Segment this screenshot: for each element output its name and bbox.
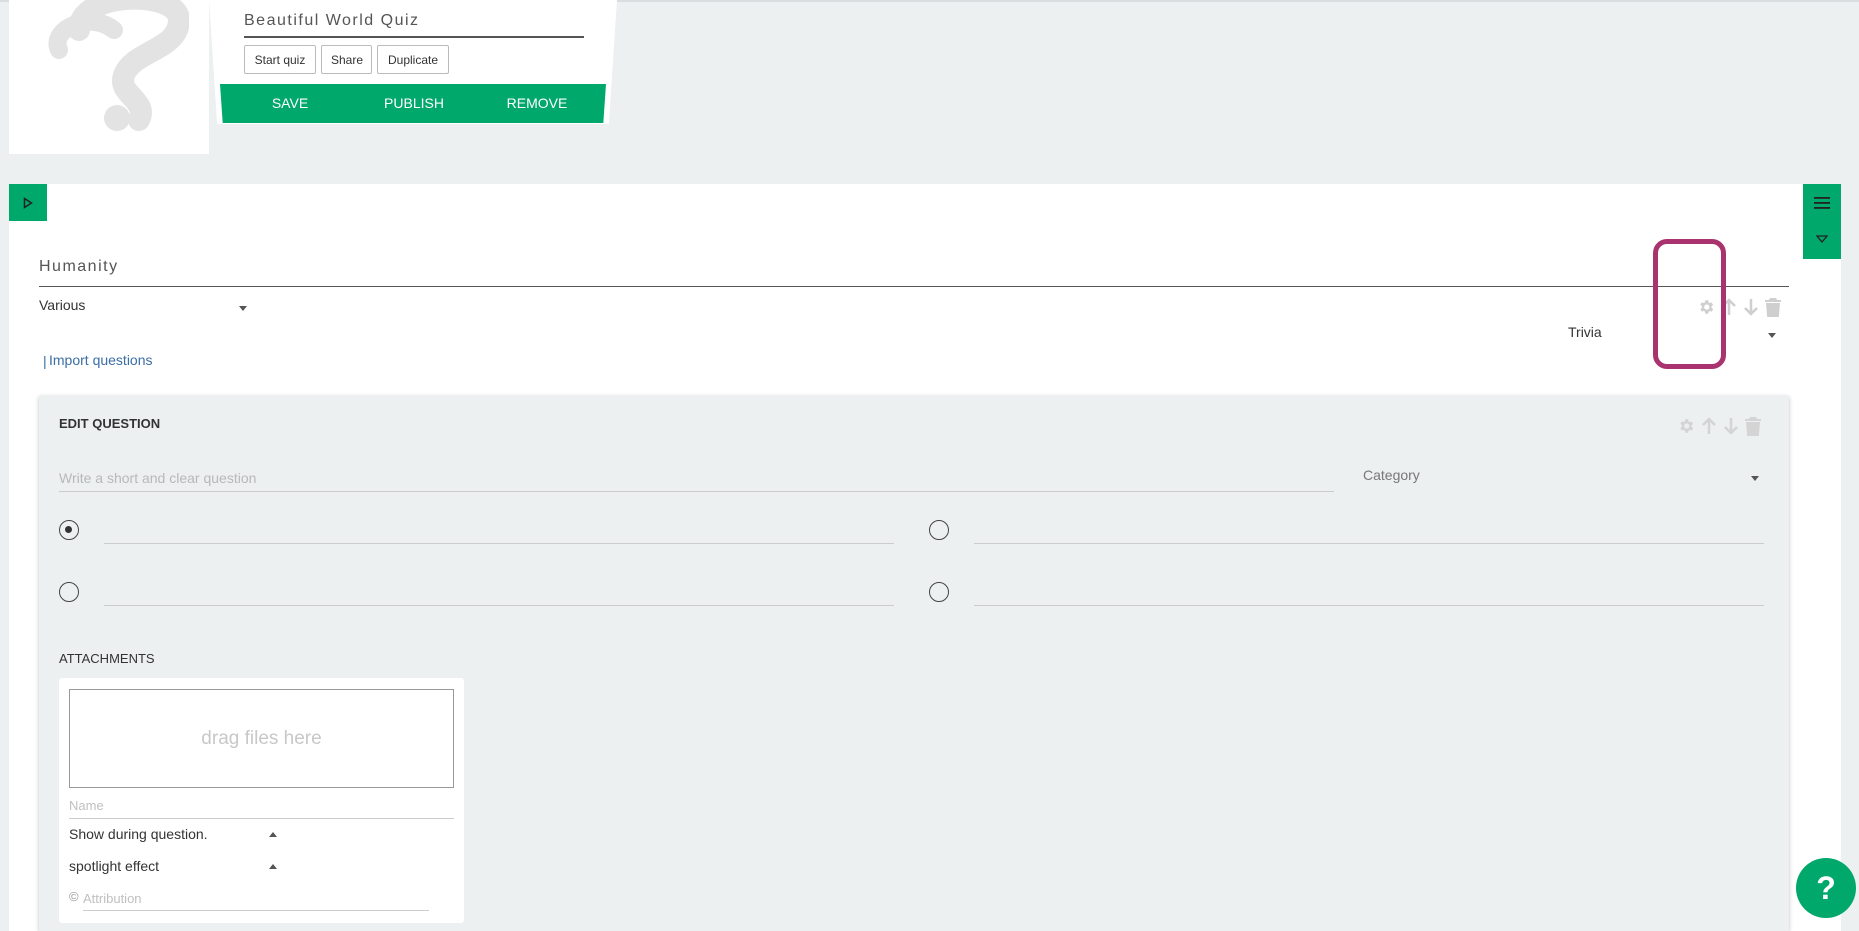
attribution-input[interactable] xyxy=(83,887,429,911)
quiz-logo-tile xyxy=(9,0,209,154)
section-type-value: Trivia xyxy=(1568,324,1602,340)
share-button[interactable]: Share xyxy=(321,45,372,74)
trash-icon[interactable] xyxy=(1765,297,1781,317)
answer-2-input[interactable] xyxy=(974,520,1764,544)
gear-icon[interactable] xyxy=(1677,417,1695,435)
caret-up-icon xyxy=(269,832,277,837)
dropzone-label: drag files here xyxy=(201,727,322,749)
answer-4-radio[interactable] xyxy=(929,582,949,602)
arrow-up-icon[interactable] xyxy=(1701,417,1717,435)
attachment-name-input[interactable] xyxy=(69,793,454,819)
section-category-select[interactable]: Various xyxy=(39,297,249,319)
attachment-display-select[interactable]: Show during question. xyxy=(69,826,279,846)
quiz-title-field[interactable]: Beautiful World Quiz xyxy=(244,10,584,38)
answer-1-radio[interactable] xyxy=(59,520,79,540)
remove-button[interactable]: REMOVE xyxy=(497,84,577,123)
edit-question-title: EDIT QUESTION xyxy=(59,416,161,431)
import-questions-link[interactable]: Import questions xyxy=(49,352,153,368)
caret-down-icon[interactable] xyxy=(1816,235,1828,243)
answer-2-radio[interactable] xyxy=(929,520,949,540)
attachments-title: ATTACHMENTS xyxy=(59,651,155,666)
arrow-down-icon[interactable] xyxy=(1743,298,1759,316)
answer-3-radio[interactable] xyxy=(59,582,79,602)
question-mark-logo-icon xyxy=(48,0,189,131)
start-quiz-button[interactable]: Start quiz xyxy=(244,45,316,74)
section-category-value: Various xyxy=(39,297,86,313)
publish-button[interactable]: PUBLISH xyxy=(374,84,454,123)
question-category-select[interactable]: Category xyxy=(1363,467,1763,489)
side-menu-toggle[interactable] xyxy=(1803,184,1841,259)
expand-panel-button[interactable] xyxy=(9,184,47,221)
attachment-effect-select[interactable]: spotlight effect xyxy=(69,858,279,878)
section-title-field[interactable]: Humanity xyxy=(39,258,1789,287)
import-separator: | xyxy=(43,353,47,369)
help-button[interactable]: ? xyxy=(1796,858,1856,918)
caret-down-icon xyxy=(1768,333,1776,338)
question-controls xyxy=(1677,416,1761,436)
answer-4-input[interactable] xyxy=(974,582,1764,606)
copyright-icon: © xyxy=(69,889,79,904)
arrow-down-icon[interactable] xyxy=(1723,417,1739,435)
trash-icon[interactable] xyxy=(1745,416,1761,436)
play-icon xyxy=(23,196,33,209)
duplicate-button[interactable]: Duplicate xyxy=(377,45,449,74)
attachment-effect-value: spotlight effect xyxy=(69,858,160,874)
save-button[interactable]: SAVE xyxy=(250,84,330,123)
caret-down-icon xyxy=(239,306,247,311)
attachment-display-value: Show during question. xyxy=(69,826,208,842)
question-input[interactable] xyxy=(59,464,1334,492)
file-dropzone[interactable]: drag files here xyxy=(69,689,454,788)
question-category-value: Category xyxy=(1363,467,1420,483)
highlight-annotation xyxy=(1653,239,1726,369)
attribution-field: © xyxy=(69,887,429,913)
menu-icon[interactable] xyxy=(1814,196,1830,210)
caret-up-icon xyxy=(269,864,277,869)
answer-1-input[interactable] xyxy=(104,520,894,544)
answer-3-input[interactable] xyxy=(104,582,894,606)
caret-down-icon xyxy=(1751,476,1759,481)
